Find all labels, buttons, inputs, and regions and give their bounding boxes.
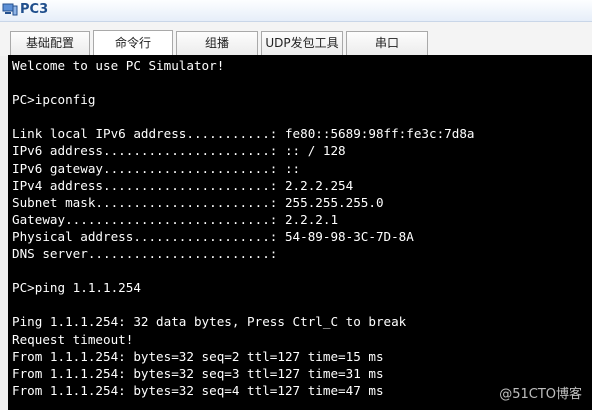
console-line: From 1.1.1.254: bytes=32 seq=2 ttl=127 t…	[12, 348, 384, 364]
tab-udp-tool[interactable]: UDP发包工具	[261, 31, 343, 55]
console-line: Welcome to use PC Simulator!	[12, 58, 225, 73]
console-line: PC>ipconfig	[12, 92, 96, 108]
title-bar: PC3	[0, 0, 592, 22]
tab-basic-config[interactable]: 基础配置	[10, 31, 90, 55]
pc-simulator-window: PC3 基础配置 命令行 组播 UDP发包工具 串口 Welcome to us…	[0, 0, 592, 410]
console-line: Physical address..................: 54-8…	[12, 228, 414, 244]
console-line: IPv6 gateway......................: ::	[12, 160, 301, 176]
watermark: @51CTO博客	[499, 387, 582, 402]
console-line: From 1.1.1.254: bytes=32 seq=3 ttl=127 t…	[12, 365, 384, 381]
console-line: PC>ping 1.1.1.254	[12, 280, 141, 296]
console-line: Request timeout!	[12, 331, 134, 347]
command-console[interactable]: Welcome to use PC Simulator! PC>ipconfig L…	[8, 55, 592, 410]
console-line: Ping 1.1.1.254: 32 data bytes, Press Ctr…	[12, 314, 407, 330]
console-output: Welcome to use PC Simulator! PC>ipconfig L…	[8, 55, 592, 399]
tab-multicast[interactable]: 组播	[176, 31, 258, 55]
console-line: IPv4 address......................: 2.2.…	[12, 177, 354, 193]
console-line: IPv6 address......................: :: /…	[12, 143, 346, 159]
console-line: Link local IPv6 address...........: fe80…	[12, 126, 475, 142]
pc-icon	[2, 3, 18, 16]
tab-bar: 基础配置 命令行 组播 UDP发包工具 串口	[0, 22, 592, 56]
console-line: Subnet mask.......................: 255.…	[12, 194, 384, 210]
console-line: Gateway...........................: 2.2.…	[12, 211, 339, 227]
tab-command-line[interactable]: 命令行	[93, 30, 173, 56]
window-title: PC3	[20, 2, 49, 17]
tab-serial[interactable]: 串口	[346, 31, 428, 55]
console-line: DNS server........................:	[12, 246, 278, 262]
